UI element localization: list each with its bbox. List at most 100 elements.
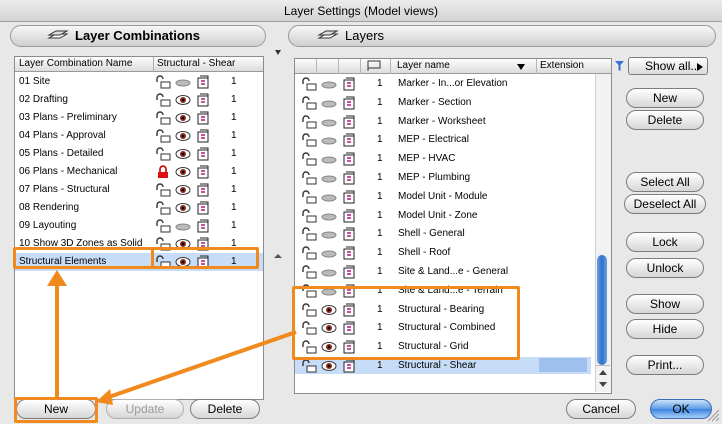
layer-row[interactable]: 1 Shell - Roof (295, 244, 591, 261)
layer-mode-icon[interactable] (341, 359, 357, 373)
unlock-icon[interactable] (155, 201, 171, 215)
eye-hidden-icon[interactable] (321, 115, 337, 129)
layer-mode-icon[interactable] (195, 75, 211, 89)
layer-mode-icon[interactable] (195, 93, 211, 107)
layer-row[interactable]: 1 Site & Land...e - General (295, 263, 591, 280)
combination-row[interactable]: 03 Plans - Preliminary 1 (15, 109, 263, 127)
eye-hidden-icon[interactable] (175, 219, 191, 233)
eye-visible-icon[interactable] (175, 93, 191, 107)
layer-mode-icon[interactable] (341, 246, 357, 260)
eye-visible-icon[interactable] (175, 183, 191, 197)
layer-combinations-list[interactable]: Layer Combination Name Structural - Shea… (14, 56, 264, 400)
unlock-icon[interactable] (301, 359, 317, 373)
layer-mode-icon[interactable] (341, 171, 357, 185)
column-layer-name[interactable]: Layer name (397, 60, 450, 71)
unlock-icon[interactable] (155, 129, 171, 143)
lock-button[interactable]: Lock (626, 232, 704, 252)
eye-hidden-icon[interactable] (175, 75, 191, 89)
resize-grip-icon[interactable] (706, 408, 720, 422)
eye-hidden-icon[interactable] (321, 190, 337, 204)
eye-hidden-icon[interactable] (321, 152, 337, 166)
unlock-icon[interactable] (155, 75, 171, 89)
eye-visible-icon[interactable] (175, 129, 191, 143)
combination-row[interactable]: 08 Rendering 1 (15, 199, 263, 217)
layer-row[interactable]: 1 Model Unit - Zone (295, 207, 591, 224)
layer-mode-icon[interactable] (195, 165, 211, 179)
eye-hidden-icon[interactable] (321, 265, 337, 279)
pane-splitter[interactable] (272, 44, 286, 424)
eye-hidden-icon[interactable] (321, 171, 337, 185)
layer-row[interactable]: 1 Marker - Worksheet (295, 113, 591, 130)
unlock-icon[interactable] (301, 208, 317, 223)
layer-mode-icon[interactable] (195, 111, 211, 125)
eye-visible-icon[interactable] (175, 201, 191, 215)
combination-row[interactable]: 07 Plans - Structural 1 (15, 181, 263, 199)
layer-mode-icon[interactable] (195, 147, 211, 161)
scroll-thumb[interactable] (597, 255, 607, 365)
deselect-all-button[interactable]: Deselect All (624, 194, 706, 214)
print-button[interactable]: Print... (626, 355, 704, 375)
unlock-icon[interactable] (155, 147, 171, 161)
unlock-icon[interactable] (301, 77, 317, 91)
unlock-icon[interactable] (155, 93, 171, 107)
layer-row[interactable]: 1 Marker - In...or Elevation (295, 75, 591, 92)
unlock-icon[interactable] (301, 96, 317, 110)
layer-row[interactable]: 1 Marker - Section (295, 94, 591, 111)
eye-visible-icon[interactable] (175, 111, 191, 125)
new-layer-button[interactable]: New (626, 88, 704, 108)
scroll-arrows[interactable] (596, 365, 610, 391)
select-all-button[interactable]: Select All (626, 172, 704, 192)
combination-row[interactable]: 01 Site 1 (15, 73, 263, 91)
layer-mode-icon[interactable] (341, 133, 357, 147)
combination-row[interactable]: 02 Drafting 1 (15, 91, 263, 109)
delete-combination-button[interactable]: Delete (190, 399, 260, 419)
layer-mode-icon[interactable] (195, 201, 211, 215)
extension-field[interactable] (539, 358, 587, 372)
column-extension[interactable]: Extension (540, 60, 584, 71)
combination-row[interactable]: 05 Plans - Detailed 1 (15, 145, 263, 163)
eye-hidden-icon[interactable] (321, 96, 337, 110)
update-combination-button[interactable]: Update (106, 399, 184, 419)
layer-row[interactable]: 1 MEP - Electrical (295, 131, 591, 148)
eye-visible-icon[interactable] (175, 147, 191, 161)
layer-mode-icon[interactable] (341, 227, 357, 241)
layer-mode-icon[interactable] (341, 209, 357, 223)
layer-row[interactable]: 1 Model Unit - Module (295, 188, 591, 205)
lock-icon[interactable] (155, 165, 171, 179)
unlock-button[interactable]: Unlock (626, 258, 704, 278)
unlock-icon[interactable] (301, 227, 317, 241)
unlock-icon[interactable] (301, 171, 317, 185)
unlock-icon[interactable] (155, 183, 171, 197)
layer-mode-icon[interactable] (195, 219, 211, 233)
eye-visible-icon[interactable] (175, 165, 191, 179)
eye-hidden-icon[interactable] (321, 209, 337, 223)
column-combination-name[interactable]: Layer Combination Name (19, 58, 132, 69)
layer-row[interactable]: 1 MEP - Plumbing (295, 169, 591, 186)
cancel-button[interactable]: Cancel (566, 399, 636, 419)
unlock-icon[interactable] (155, 219, 171, 233)
eye-hidden-icon[interactable] (321, 77, 337, 91)
layer-row[interactable]: 1 Shell - General (295, 225, 591, 242)
layer-mode-icon[interactable] (195, 183, 211, 197)
combination-row[interactable]: 09 Layouting 1 (15, 217, 263, 235)
unlock-icon[interactable] (301, 114, 317, 129)
eye-hidden-icon[interactable] (321, 133, 337, 147)
layer-mode-icon[interactable] (341, 115, 357, 129)
unlock-icon[interactable] (301, 152, 317, 166)
unlock-icon[interactable] (301, 246, 317, 260)
layer-row[interactable]: 1 MEP - HVAC (295, 150, 591, 167)
layer-mode-icon[interactable] (341, 77, 357, 91)
eye-hidden-icon[interactable] (321, 246, 337, 260)
combination-row[interactable]: 06 Plans - Mechanical 1 (15, 163, 263, 181)
layer-mode-icon[interactable] (341, 190, 357, 204)
unlock-icon[interactable] (301, 133, 317, 147)
layer-mode-icon[interactable] (341, 265, 357, 279)
delete-layer-button[interactable]: Delete (626, 110, 704, 130)
layer-mode-icon[interactable] (195, 129, 211, 143)
layer-mode-icon[interactable] (341, 152, 357, 166)
hide-button[interactable]: Hide (626, 319, 704, 339)
layer-mode-icon[interactable] (341, 96, 357, 110)
eye-hidden-icon[interactable] (321, 227, 337, 241)
eye-visible-icon[interactable] (321, 359, 337, 373)
unlock-icon[interactable] (301, 265, 317, 279)
